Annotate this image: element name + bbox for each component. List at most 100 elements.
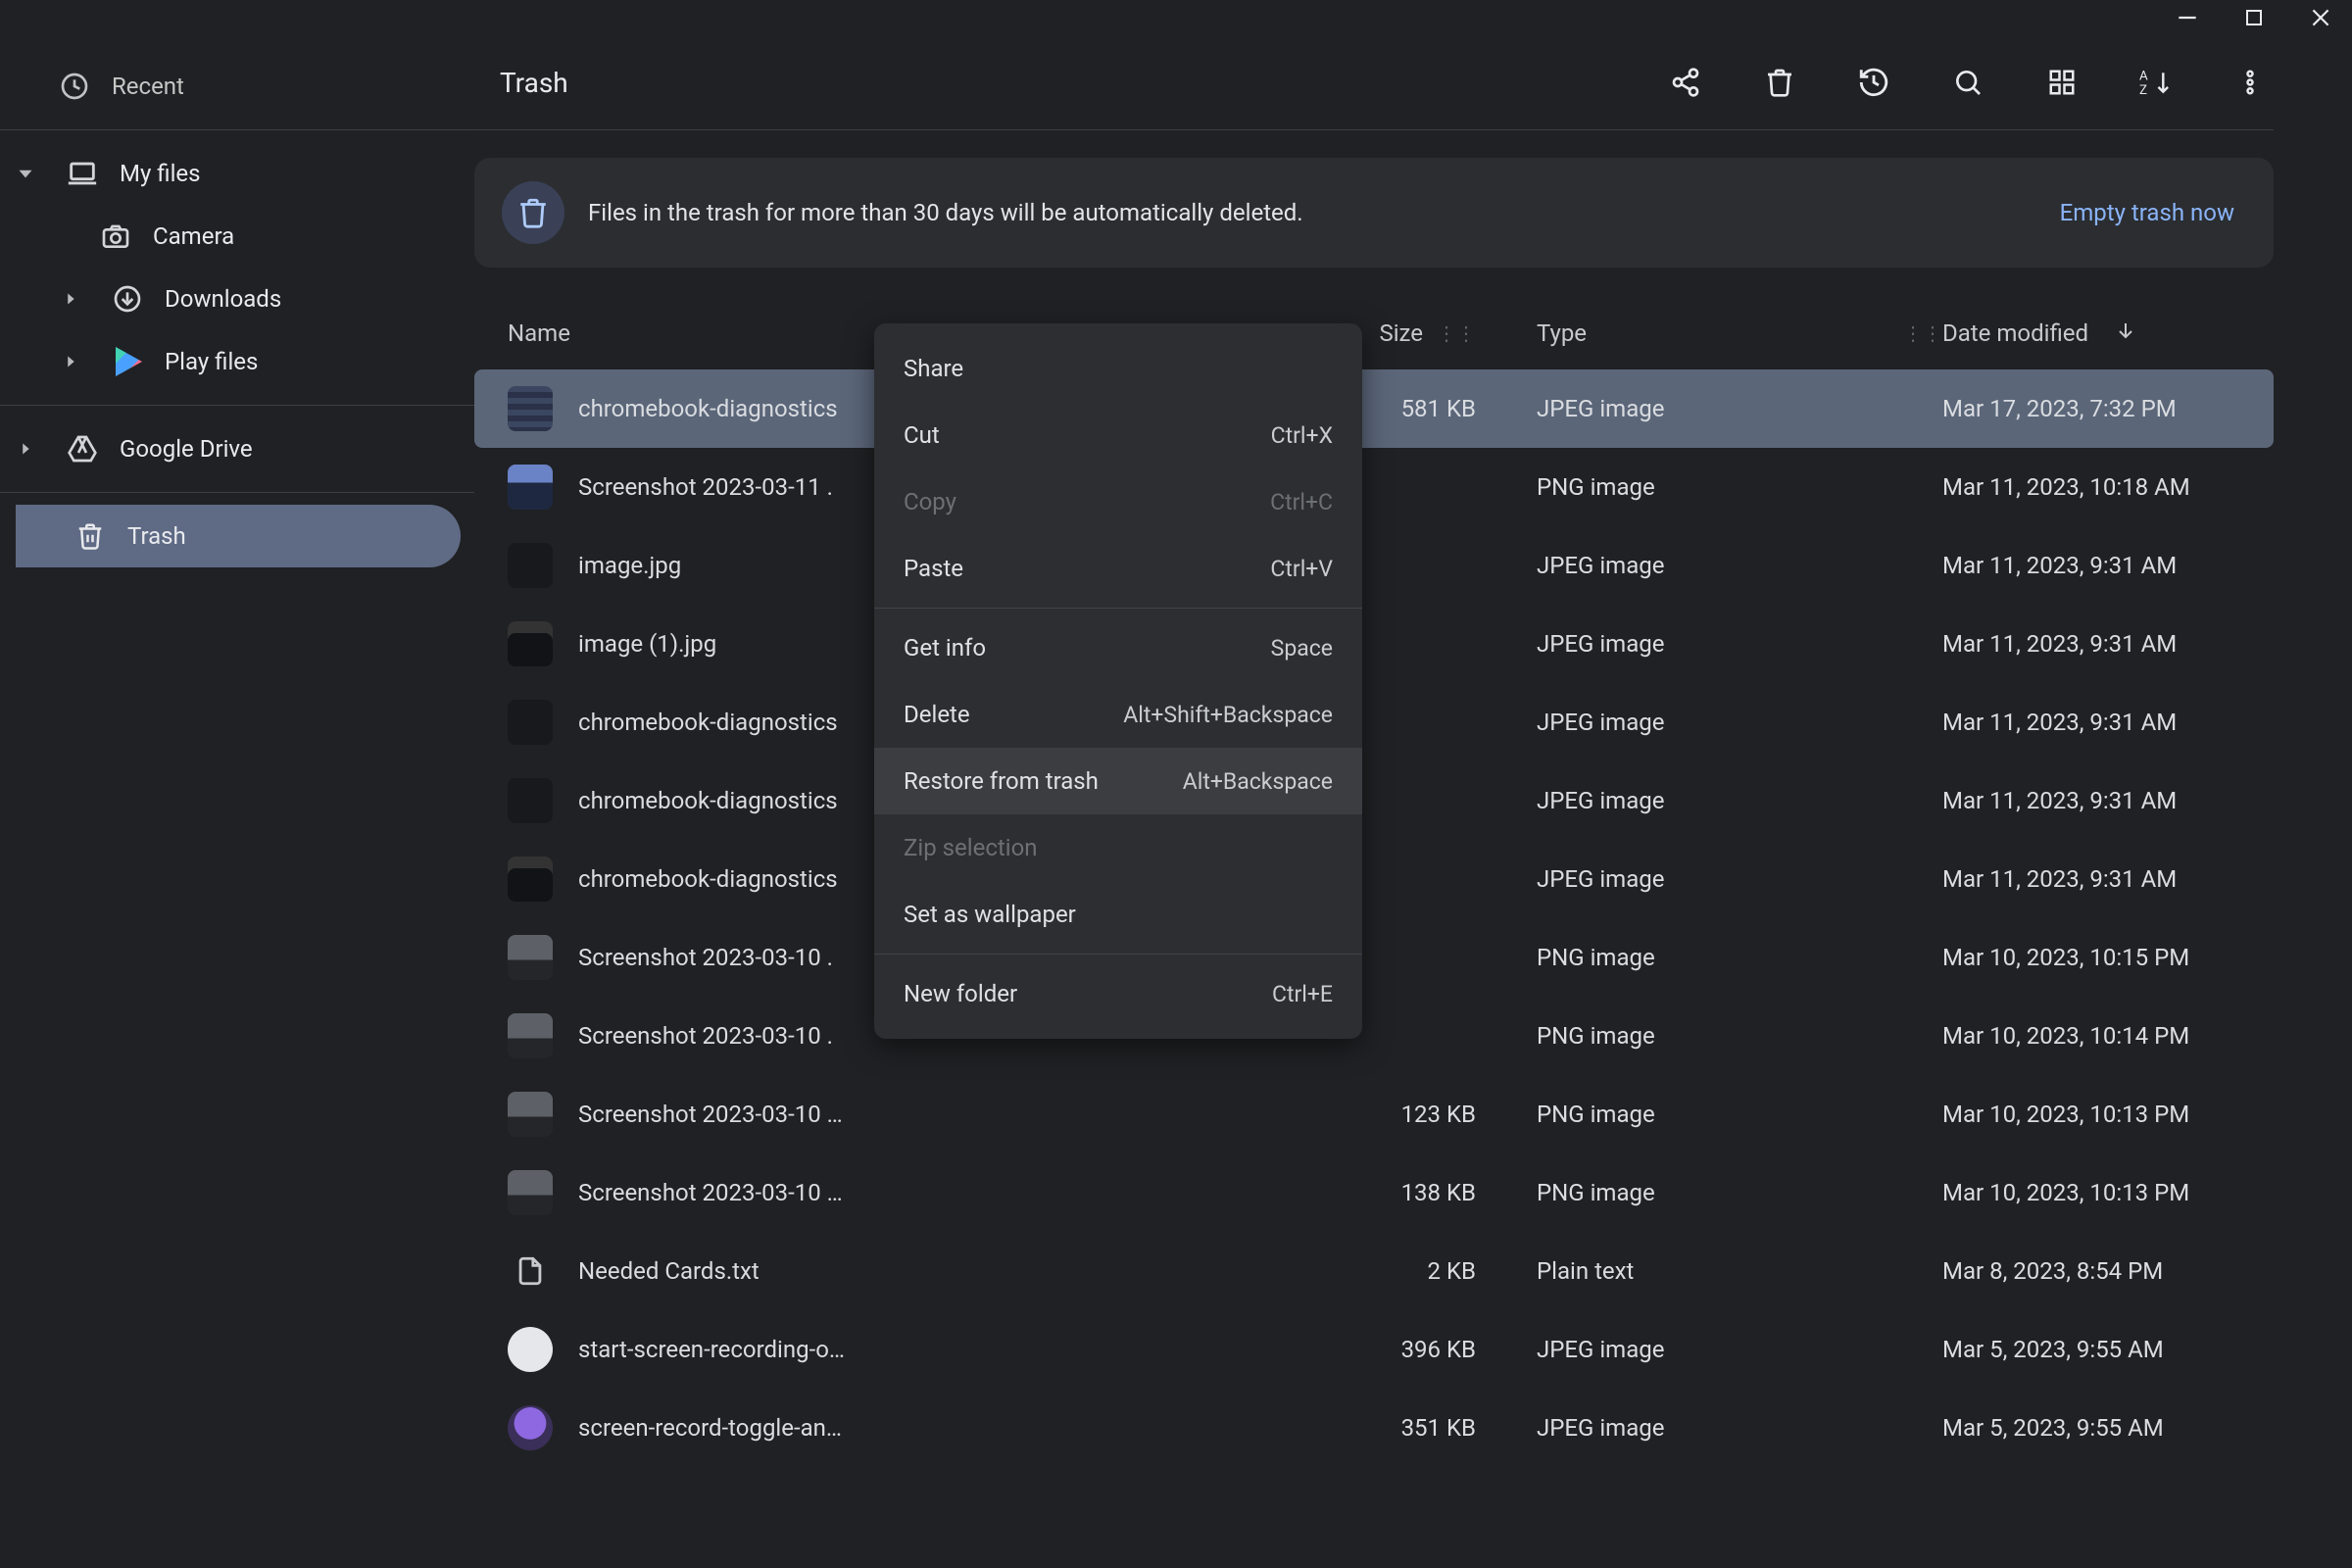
- sidebar-item-label: Google Drive: [120, 435, 253, 463]
- more-button[interactable]: [2227, 59, 2274, 106]
- context-menu-item[interactable]: Share: [874, 335, 1362, 402]
- context-menu-label: Delete: [904, 701, 970, 728]
- cell-type: JPEG image: [1537, 1414, 1942, 1442]
- context-menu-shortcut: Alt+Shift+Backspace: [1123, 702, 1333, 728]
- cell-size: 123 KB: [1262, 1101, 1537, 1128]
- table-row[interactable]: Needed Cards.txt2 KBPlain textMar 8, 202…: [474, 1232, 2274, 1310]
- chevron-right-icon[interactable]: [51, 351, 90, 372]
- file-thumbnail: [508, 857, 553, 902]
- context-menu-shortcut: Alt+Backspace: [1183, 768, 1333, 795]
- table-row[interactable]: Screenshot 2023-03-10 …123 KBPNG imageMa…: [474, 1075, 2274, 1153]
- cell-date: Mar 10, 2023, 10:14 PM: [1942, 1022, 2274, 1050]
- sidebar-item-label: Downloads: [165, 285, 281, 313]
- cell-date: Mar 11, 2023, 9:31 AM: [1942, 630, 2274, 658]
- table-row[interactable]: chromebook-diagnosticsJPEG imageMar 11, …: [474, 840, 2274, 918]
- cell-date: Mar 5, 2023, 9:55 AM: [1942, 1336, 2274, 1363]
- column-resize-handle[interactable]: ⋮⋮: [1437, 321, 1476, 345]
- sort-button[interactable]: AZ: [2132, 59, 2180, 106]
- file-name: image.jpg: [578, 552, 681, 579]
- sidebar-item-trash[interactable]: Trash: [16, 505, 461, 567]
- sidebar-item-label: Play files: [165, 348, 258, 375]
- table-row[interactable]: Screenshot 2023-03-10 .PNG imageMar 10, …: [474, 918, 2274, 997]
- trash-banner-icon: [502, 181, 564, 244]
- chevron-right-icon[interactable]: [51, 288, 90, 310]
- table-row[interactable]: Screenshot 2023-03-11 .PNG imageMar 11, …: [474, 448, 2274, 526]
- column-header-label: Size: [1379, 319, 1423, 347]
- file-thumbnail: [508, 1327, 553, 1372]
- column-header-type[interactable]: Type ⋮⋮: [1537, 319, 1942, 347]
- table-row[interactable]: start-screen-recording-o…396 KBJPEG imag…: [474, 1310, 2274, 1389]
- close-button[interactable]: [2305, 2, 2336, 33]
- context-menu-item[interactable]: CutCtrl+X: [874, 402, 1362, 468]
- cell-date: Mar 10, 2023, 10:13 PM: [1942, 1179, 2274, 1206]
- cell-type: PNG image: [1537, 944, 1942, 971]
- drive-icon: [63, 433, 102, 465]
- context-menu-item[interactable]: Set as wallpaper: [874, 881, 1362, 948]
- context-menu-label: Paste: [904, 555, 963, 582]
- column-header-date[interactable]: Date modified: [1942, 318, 2274, 348]
- sidebar-item-recent[interactable]: Recent: [0, 55, 474, 118]
- context-menu-item[interactable]: Delete Alt+Shift+Backspace: [874, 681, 1362, 748]
- cell-type: JPEG image: [1537, 630, 1942, 658]
- context-menu-label: Copy: [904, 488, 956, 515]
- table-row[interactable]: image.jpgJPEG imageMar 11, 2023, 9:31 AM: [474, 526, 2274, 605]
- context-menu-item[interactable]: New folderCtrl+E: [874, 960, 1362, 1027]
- context-menu-item[interactable]: Restore from trash Alt+Backspace: [874, 748, 1362, 814]
- context-menu-label: Share: [904, 355, 963, 382]
- grid-view-button[interactable]: [2038, 59, 2085, 106]
- table-row[interactable]: image (1).jpg JPEG imageMar 11, 2023, 9:3…: [474, 605, 2274, 683]
- maximize-button[interactable]: [2238, 2, 2270, 33]
- column-resize-handle[interactable]: ⋮⋮: [1903, 321, 1942, 345]
- table-row[interactable]: Screenshot 2023-03-10 …138 KBPNG imageMa…: [474, 1153, 2274, 1232]
- sidebar-item-camera[interactable]: Camera: [0, 205, 474, 268]
- file-thumbnail: [508, 386, 553, 431]
- table-row[interactable]: chromebook-diagnostics581 KBJPEG imageMa…: [474, 369, 2274, 448]
- file-name: image (1).jpg: [578, 630, 716, 658]
- cell-date: Mar 5, 2023, 9:55 AM: [1942, 1414, 2274, 1442]
- cell-date: Mar 11, 2023, 9:31 AM: [1942, 787, 2274, 814]
- context-menu-label: Cut: [904, 421, 940, 449]
- cell-type: PNG image: [1537, 1179, 1942, 1206]
- share-button[interactable]: [1662, 59, 1709, 106]
- file-thumbnail: [508, 1013, 553, 1058]
- file-thumbnail: [508, 935, 553, 980]
- cell-date: Mar 10, 2023, 10:13 PM: [1942, 1101, 2274, 1128]
- page-title: Trash: [500, 67, 1662, 99]
- cell-type: PNG image: [1537, 1101, 1942, 1128]
- context-menu-label: Restore from trash: [904, 767, 1099, 795]
- sidebar-item-playfiles[interactable]: Play files: [0, 330, 474, 393]
- chevron-down-icon[interactable]: [6, 163, 45, 184]
- minimize-button[interactable]: [2172, 2, 2203, 33]
- trash-icon: [71, 521, 110, 551]
- context-menu-label: Zip selection: [904, 834, 1038, 861]
- table-row[interactable]: chromebook-diagnosticsJPEG imageMar 11, …: [474, 761, 2274, 840]
- download-icon: [108, 283, 147, 315]
- sidebar-item-googledrive[interactable]: Google Drive: [0, 417, 474, 480]
- file-name: Needed Cards.txt: [578, 1257, 760, 1285]
- cell-name: screen-record-toggle-an…: [508, 1405, 1262, 1450]
- svg-text:A: A: [2139, 70, 2148, 84]
- sidebar-item-myfiles[interactable]: My files: [0, 142, 474, 205]
- sidebar-item-label: Camera: [153, 222, 234, 250]
- table-body: chromebook-diagnostics581 KBJPEG imageMa…: [474, 369, 2274, 1467]
- context-menu-shortcut: Space: [1271, 635, 1333, 662]
- laptop-icon: [63, 157, 102, 190]
- sidebar-item-label: Trash: [127, 522, 186, 550]
- table-row[interactable]: ⋮⋮chromebook-diagnosticsJPEG imageMar 11…: [474, 683, 2274, 761]
- cell-date: Mar 11, 2023, 9:31 AM: [1942, 709, 2274, 736]
- file-name: Screenshot 2023-03-10 .: [578, 944, 833, 971]
- search-button[interactable]: [1944, 59, 1991, 106]
- empty-trash-button[interactable]: Empty trash now: [2060, 199, 2234, 226]
- delete-button[interactable]: [1756, 59, 1803, 106]
- restore-button[interactable]: [1850, 59, 1897, 106]
- context-menu-item[interactable]: PasteCtrl+V: [874, 535, 1362, 602]
- file-thumbnail: [508, 1249, 553, 1294]
- chevron-right-icon[interactable]: [6, 438, 45, 460]
- header-separator: [474, 129, 2274, 130]
- table-row[interactable]: Screenshot 2023-03-10 .PNG imageMar 10, …: [474, 997, 2274, 1075]
- context-menu-item[interactable]: Get infoSpace: [874, 614, 1362, 681]
- table-row[interactable]: screen-record-toggle-an…351 KBJPEG image…: [474, 1389, 2274, 1467]
- sidebar-item-downloads[interactable]: Downloads: [0, 268, 474, 330]
- cell-size: 396 KB: [1262, 1336, 1537, 1363]
- file-table: Name ⋮⋮ Size ⋮⋮ Type ⋮⋮ Date modified: [474, 297, 2274, 1568]
